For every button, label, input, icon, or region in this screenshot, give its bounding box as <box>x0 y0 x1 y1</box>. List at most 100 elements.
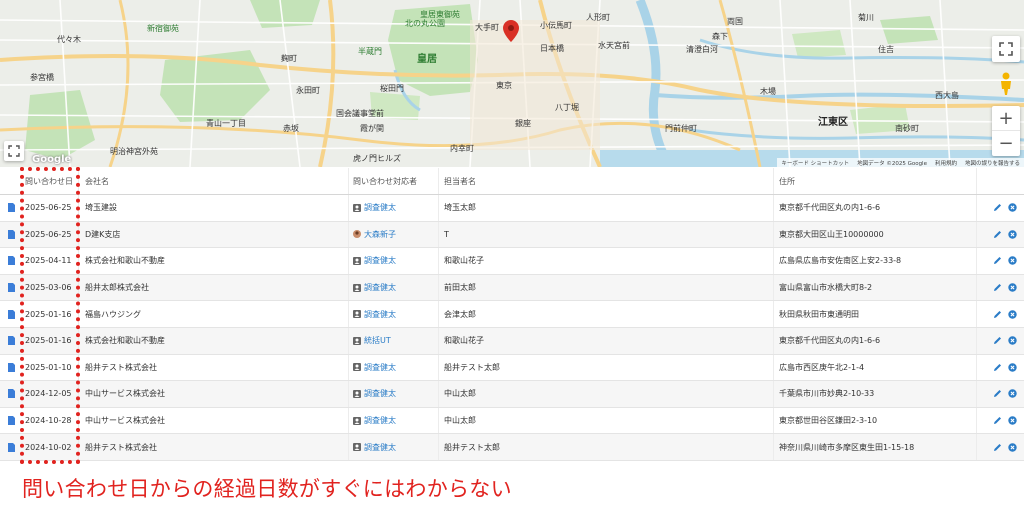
document-icon[interactable] <box>7 416 15 426</box>
handler-cell: 調査健太 <box>348 407 438 434</box>
handler-cell: 調査健太 <box>348 434 438 460</box>
inquiry-table: 問い合わせ日 会社名 問い合わせ対応者 担当者名 住所 2025-06-25 埼玉… <box>0 168 1024 461</box>
table-row[interactable]: 2024-10-28 中山サービス株式会社 調査健太 中山太郎 東京都世田谷区鎌田2-3… <box>0 407 1024 435</box>
row-icon-cell[interactable] <box>0 381 22 407</box>
table-row[interactable]: 2025-01-16 福島ハウジング 調査健太 会津太郎 秋田県秋田市東通明田 <box>0 301 1024 328</box>
handler-link[interactable]: 調査健太 <box>364 309 396 320</box>
document-icon[interactable] <box>7 256 15 266</box>
handler-link[interactable]: 調査健太 <box>364 282 396 293</box>
company-name: 埼玉建設 <box>78 195 348 221</box>
handler-link[interactable]: 調査健太 <box>364 255 396 266</box>
document-icon[interactable] <box>7 203 15 213</box>
edit-pencil-icon[interactable] <box>993 416 1002 425</box>
map-label: 永田町 <box>296 86 320 95</box>
delete-circle-icon[interactable] <box>1008 442 1017 452</box>
column-header-staff[interactable]: 担当者名 <box>438 168 773 194</box>
delete-circle-icon[interactable] <box>1008 309 1017 319</box>
column-header-handler[interactable]: 問い合わせ対応者 <box>348 168 438 194</box>
document-icon[interactable] <box>7 336 15 346</box>
zoom-in-button[interactable]: + <box>992 106 1020 131</box>
edit-pencil-icon[interactable] <box>993 389 1002 398</box>
delete-circle-icon[interactable] <box>1008 256 1017 266</box>
fullscreen-button[interactable] <box>4 141 24 161</box>
address: 東京都世田谷区鎌田2-3-10 <box>773 407 976 434</box>
person-icon <box>353 283 361 292</box>
row-actions <box>976 354 1024 381</box>
row-icon-cell[interactable] <box>0 195 22 221</box>
edit-pencil-icon[interactable] <box>993 256 1002 265</box>
edit-pencil-icon[interactable] <box>993 230 1002 239</box>
map-label: 西大島 <box>935 91 959 100</box>
row-icon-cell[interactable] <box>0 434 22 460</box>
handler-cell: 調査健太 <box>348 354 438 381</box>
delete-circle-icon[interactable] <box>1008 389 1017 399</box>
map-label: 日本橋 <box>540 44 564 53</box>
inquiry-date: 2025-01-16 <box>25 309 72 319</box>
zoom-out-button[interactable]: − <box>992 131 1020 156</box>
row-actions <box>976 407 1024 434</box>
handler-link[interactable]: 調査健太 <box>364 362 396 373</box>
table-header-row: 問い合わせ日 会社名 問い合わせ対応者 担当者名 住所 <box>0 168 1024 195</box>
handler-link[interactable]: 調査健太 <box>364 388 396 399</box>
column-header-date[interactable]: 問い合わせ日 <box>22 168 78 194</box>
table-row[interactable]: 2024-12-05 中山サービス株式会社 調査健太 中山太郎 千葉県市川市妙典2-10… <box>0 381 1024 408</box>
delete-circle-icon[interactable] <box>1008 203 1017 212</box>
row-icon-cell[interactable] <box>0 301 22 327</box>
report-error-link[interactable]: 地図の誤りを報告する <box>965 159 1020 167</box>
column-header-company[interactable]: 会社名 <box>78 168 348 194</box>
table-row[interactable]: 2025-03-06 船井太郎株式会社 調査健太 前田太郎 富山県富山市水橋大町8-2 <box>0 274 1024 302</box>
document-icon[interactable] <box>7 442 15 452</box>
row-icon-cell[interactable] <box>0 222 22 248</box>
edit-pencil-icon[interactable] <box>993 310 1002 319</box>
column-header-address[interactable]: 住所 <box>773 168 976 194</box>
street-view-pegman-icon[interactable] <box>997 72 1015 96</box>
row-icon-cell[interactable] <box>0 355 22 381</box>
delete-circle-icon[interactable] <box>1008 336 1017 345</box>
table-row[interactable]: 2025-06-25 D建K支店 大森新子 T 東京都大田区山王10000000 <box>0 221 1024 249</box>
document-icon[interactable] <box>7 362 15 372</box>
map-label: 参宮橋 <box>30 73 54 82</box>
table-row[interactable]: 2025-01-16 株式会社和歌山不動産 統括UT 和歌山花子 東京都千代田区丸の内1… <box>0 327 1024 355</box>
staff-name: 船井テスト太郎 <box>438 354 773 381</box>
company-name: 福島ハウジング <box>78 301 348 327</box>
row-icon-cell[interactable] <box>0 275 22 301</box>
terms-link[interactable]: 利用規約 <box>935 159 957 167</box>
handler-link[interactable]: 統括UT <box>364 335 391 346</box>
document-icon[interactable] <box>7 309 15 319</box>
row-icon-cell[interactable] <box>0 408 22 434</box>
keyboard-shortcuts-link[interactable]: キーボード ショートカット <box>781 159 849 167</box>
edit-pencil-icon[interactable] <box>993 443 1002 452</box>
person-icon <box>353 443 361 452</box>
map-label: 虎ノ門ヒルズ <box>353 154 401 163</box>
handler-link[interactable]: 調査健太 <box>364 202 396 213</box>
map-view[interactable]: 代々木 参宮橋 新宿御苑 青山一丁目 明治神宮外苑 赤坂 永田町 麹町 半蔵門 … <box>0 0 1024 167</box>
handler-link[interactable]: 調査健太 <box>364 415 396 426</box>
row-icon-cell[interactable] <box>0 328 22 354</box>
row-icon-cell[interactable] <box>0 248 22 274</box>
document-icon[interactable] <box>7 283 15 293</box>
table-row[interactable]: 2025-06-25 埼玉建設 調査健太 埼玉太郎 東京都千代田区丸の内1-6-6 <box>0 195 1024 222</box>
delete-circle-icon[interactable] <box>1008 230 1017 239</box>
inquiry-date: 2025-06-25 <box>25 229 72 239</box>
row-actions <box>976 195 1024 221</box>
table-row[interactable]: 2025-01-10 船井テスト株式会社 調査健太 船井テスト太郎 広島市西区庚午北2-… <box>0 354 1024 382</box>
edit-pencil-icon[interactable] <box>993 363 1002 372</box>
map-fullscreen-toggle[interactable] <box>992 36 1020 62</box>
map-label: 菊川 <box>858 13 874 22</box>
edit-pencil-icon[interactable] <box>993 283 1002 292</box>
delete-circle-icon[interactable] <box>1008 283 1017 292</box>
handler-link[interactable]: 大森新子 <box>364 229 396 240</box>
delete-circle-icon[interactable] <box>1008 416 1017 425</box>
company-name: 中山サービス株式会社 <box>78 381 348 407</box>
document-icon[interactable] <box>7 229 15 239</box>
edit-pencil-icon[interactable] <box>993 336 1002 345</box>
table-body: 2025-06-25 埼玉建設 調査健太 埼玉太郎 東京都千代田区丸の内1-6-6 202… <box>0 195 1024 461</box>
document-icon[interactable] <box>7 389 15 399</box>
handler-link[interactable]: 調査健太 <box>364 442 396 453</box>
table-row[interactable]: 2024-10-02 船井テスト株式会社 調査健太 船井テスト太郎 神奈川県川崎市多摩区… <box>0 434 1024 461</box>
location-pin-icon[interactable] <box>503 20 519 42</box>
edit-pencil-icon[interactable] <box>993 203 1002 212</box>
staff-name: 会津太郎 <box>438 301 773 327</box>
table-row[interactable]: 2025-04-11 株式会社和歌山不動産 調査健太 和歌山花子 広島県広島市安佐南区上… <box>0 248 1024 275</box>
delete-circle-icon[interactable] <box>1008 363 1017 372</box>
